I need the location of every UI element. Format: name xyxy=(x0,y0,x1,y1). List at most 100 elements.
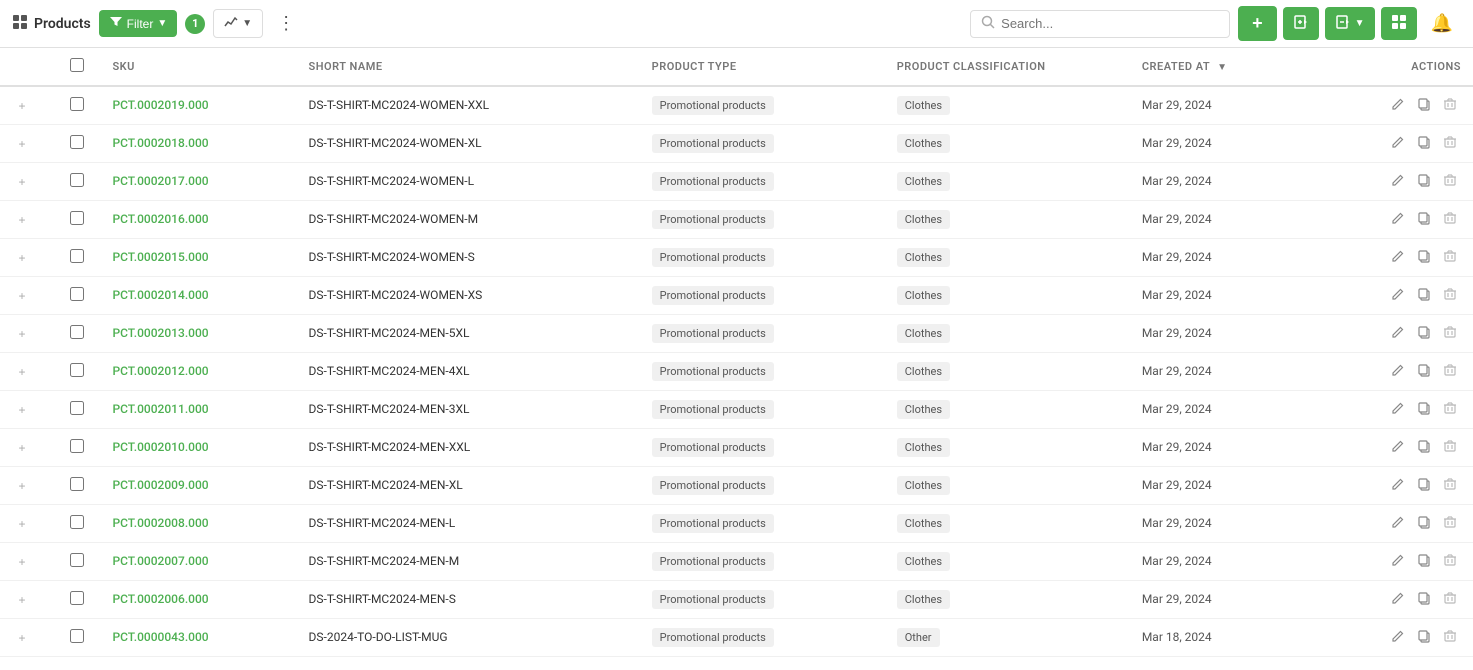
row-checkbox[interactable] xyxy=(70,287,84,301)
copy-button[interactable] xyxy=(1413,133,1435,154)
delete-button[interactable] xyxy=(1439,589,1461,610)
delete-button[interactable] xyxy=(1439,95,1461,116)
expand-button[interactable]: + xyxy=(12,362,32,382)
row-checkbox[interactable] xyxy=(70,553,84,567)
edit-button[interactable] xyxy=(1387,171,1409,192)
delete-button[interactable] xyxy=(1439,437,1461,458)
delete-button[interactable] xyxy=(1439,285,1461,306)
expand-button[interactable]: + xyxy=(12,438,32,458)
expand-button[interactable]: + xyxy=(12,400,32,420)
delete-button[interactable] xyxy=(1439,247,1461,268)
expand-button[interactable]: + xyxy=(12,286,32,306)
row-checkbox[interactable] xyxy=(70,363,84,377)
sku-link[interactable]: PCT.0002018.000 xyxy=(112,136,208,150)
sku-link[interactable]: PCT.0002008.000 xyxy=(112,516,208,530)
notification-button[interactable]: 🔔 xyxy=(1423,9,1461,38)
copy-button[interactable] xyxy=(1413,551,1435,572)
copy-button[interactable] xyxy=(1413,589,1435,610)
sku-link[interactable]: PCT.0000043.000 xyxy=(112,630,208,644)
edit-button[interactable] xyxy=(1387,513,1409,534)
copy-button[interactable] xyxy=(1413,209,1435,230)
row-checkbox[interactable] xyxy=(70,629,84,643)
edit-button[interactable] xyxy=(1387,95,1409,116)
sku-link[interactable]: PCT.0002013.000 xyxy=(112,326,208,340)
expand-button[interactable]: + xyxy=(12,628,32,648)
edit-button[interactable] xyxy=(1387,323,1409,344)
sku-link[interactable]: PCT.0002015.000 xyxy=(112,250,208,264)
sku-link[interactable]: PCT.0002012.000 xyxy=(112,364,208,378)
copy-button[interactable] xyxy=(1413,323,1435,344)
grid-view-button[interactable] xyxy=(1381,7,1417,40)
copy-button[interactable] xyxy=(1413,247,1435,268)
row-checkbox[interactable] xyxy=(70,97,84,111)
header-created-at[interactable]: CREATED AT ▼ xyxy=(1130,48,1326,86)
row-checkbox[interactable] xyxy=(70,439,84,453)
edit-button[interactable] xyxy=(1387,437,1409,458)
expand-button[interactable]: + xyxy=(12,552,32,572)
edit-button[interactable] xyxy=(1387,627,1409,648)
delete-button[interactable] xyxy=(1439,627,1461,648)
expand-button[interactable]: + xyxy=(12,324,32,344)
import-button[interactable] xyxy=(1283,7,1319,40)
sku-link[interactable]: PCT.0002011.000 xyxy=(112,402,208,416)
copy-button[interactable] xyxy=(1413,437,1435,458)
export-button[interactable]: ▼ xyxy=(1325,7,1375,40)
delete-button[interactable] xyxy=(1439,133,1461,154)
expand-button[interactable]: + xyxy=(12,96,32,116)
row-checkbox[interactable] xyxy=(70,591,84,605)
edit-button[interactable] xyxy=(1387,399,1409,420)
delete-button[interactable] xyxy=(1439,209,1461,230)
row-checkbox[interactable] xyxy=(70,211,84,225)
delete-button[interactable] xyxy=(1439,399,1461,420)
row-checkbox[interactable] xyxy=(70,173,84,187)
expand-button[interactable]: + xyxy=(12,172,32,192)
copy-button[interactable] xyxy=(1413,475,1435,496)
copy-button[interactable] xyxy=(1413,627,1435,648)
edit-button[interactable] xyxy=(1387,475,1409,496)
copy-button[interactable] xyxy=(1413,171,1435,192)
expand-button[interactable]: + xyxy=(12,476,32,496)
expand-button[interactable]: + xyxy=(12,248,32,268)
expand-button[interactable]: + xyxy=(12,134,32,154)
copy-button[interactable] xyxy=(1413,95,1435,116)
edit-button[interactable] xyxy=(1387,247,1409,268)
copy-button[interactable] xyxy=(1413,285,1435,306)
edit-button[interactable] xyxy=(1387,589,1409,610)
edit-button[interactable] xyxy=(1387,209,1409,230)
search-input[interactable] xyxy=(1001,16,1219,31)
expand-button[interactable]: + xyxy=(12,590,32,610)
sku-link[interactable]: PCT.0002017.000 xyxy=(112,174,208,188)
expand-button[interactable]: + xyxy=(12,210,32,230)
sku-link[interactable]: PCT.0002010.000 xyxy=(112,440,208,454)
sku-link[interactable]: PCT.0002006.000 xyxy=(112,592,208,606)
filter-button[interactable]: Filter ▼ xyxy=(99,10,178,37)
delete-button[interactable] xyxy=(1439,171,1461,192)
row-checkbox[interactable] xyxy=(70,515,84,529)
edit-button[interactable] xyxy=(1387,133,1409,154)
select-all-checkbox[interactable] xyxy=(70,58,84,72)
delete-button[interactable] xyxy=(1439,513,1461,534)
more-button[interactable]: ⋮ xyxy=(271,9,301,38)
chart-button[interactable]: ▼ xyxy=(213,9,263,38)
row-checkbox[interactable] xyxy=(70,325,84,339)
delete-button[interactable] xyxy=(1439,361,1461,382)
sku-link[interactable]: PCT.0002014.000 xyxy=(112,288,208,302)
row-checkbox[interactable] xyxy=(70,135,84,149)
sku-link[interactable]: PCT.0002019.000 xyxy=(112,98,208,112)
add-button[interactable]: + xyxy=(1238,6,1277,41)
row-checkbox[interactable] xyxy=(70,477,84,491)
row-checkbox[interactable] xyxy=(70,401,84,415)
sku-link[interactable]: PCT.0002007.000 xyxy=(112,554,208,568)
edit-button[interactable] xyxy=(1387,361,1409,382)
sku-link[interactable]: PCT.0002016.000 xyxy=(112,212,208,226)
expand-button[interactable]: + xyxy=(12,514,32,534)
delete-button[interactable] xyxy=(1439,475,1461,496)
edit-button[interactable] xyxy=(1387,285,1409,306)
delete-button[interactable] xyxy=(1439,323,1461,344)
delete-button[interactable] xyxy=(1439,551,1461,572)
row-checkbox[interactable] xyxy=(70,249,84,263)
sku-link[interactable]: PCT.0002009.000 xyxy=(112,478,208,492)
copy-button[interactable] xyxy=(1413,361,1435,382)
copy-button[interactable] xyxy=(1413,399,1435,420)
edit-button[interactable] xyxy=(1387,551,1409,572)
